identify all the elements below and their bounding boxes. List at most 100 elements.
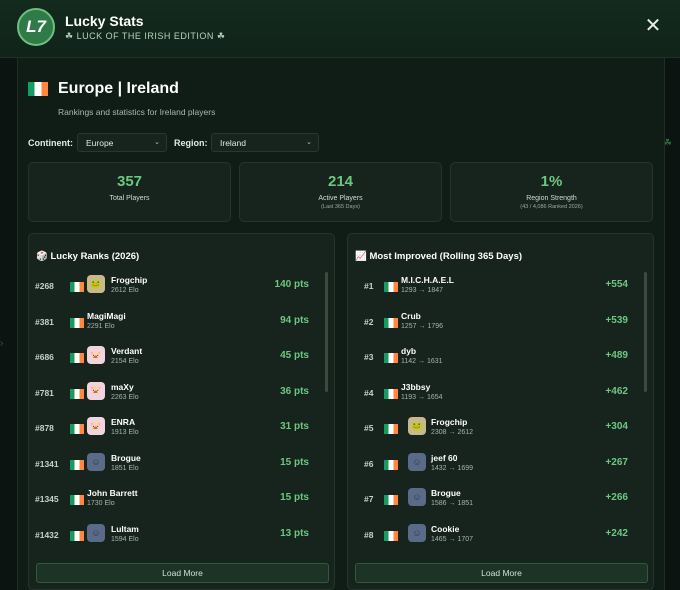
row-gain: +242 bbox=[605, 527, 628, 539]
player-name[interactable]: Brogue bbox=[431, 488, 461, 498]
row-points: 13 pts bbox=[280, 527, 309, 539]
player-elo: 2612 Elo bbox=[111, 287, 139, 294]
row-rank: #6 bbox=[364, 458, 374, 469]
player-name[interactable]: MagiMagi bbox=[87, 311, 126, 321]
ireland-flag-icon bbox=[384, 530, 398, 541]
player-name[interactable]: Cookie bbox=[431, 524, 459, 534]
ireland-flag-icon bbox=[384, 317, 398, 328]
lucky-ranks-title: 🎲 Lucky Ranks (2026) bbox=[36, 251, 140, 262]
most-improved-row[interactable]: #4 J3bbsy 1193 → 1654 +462 bbox=[348, 378, 648, 406]
frog-avatar-icon: 🐸 bbox=[87, 275, 105, 293]
player-name[interactable]: Frogchip bbox=[111, 275, 147, 285]
player-elo: 1293 → 1847 bbox=[401, 287, 444, 294]
stat-value: 1% bbox=[540, 173, 563, 190]
row-gain: +304 bbox=[605, 421, 628, 432]
most-improved-row[interactable]: #7 ☺ Brogue 1586 → 1851 +266 bbox=[348, 484, 648, 512]
row-rank: #8 bbox=[364, 529, 374, 540]
lucky-rank-row[interactable]: #1341 ☺ Brogue 1851 Elo 15 pts bbox=[29, 449, 329, 477]
continent-select[interactable]: Europe ⌄ bbox=[77, 133, 167, 152]
player-elo: 2291 Elo bbox=[87, 322, 115, 330]
ireland-flag-icon bbox=[384, 424, 398, 434]
row-gain: +266 bbox=[605, 492, 628, 503]
most-improved-card: 📈 Most Improved (Rolling 365 Days) Load … bbox=[347, 233, 654, 590]
ireland-flag-icon bbox=[70, 495, 84, 505]
pig-avatar-icon: 🐷 bbox=[87, 346, 105, 364]
lucky-rank-row[interactable]: #878 🐷 ENRA 1913 Elo 31 pts bbox=[29, 413, 329, 441]
row-gain: +462 bbox=[605, 385, 628, 397]
continent-select-value: Europe bbox=[86, 138, 114, 148]
most-improved-row[interactable]: #2 Crub 1257 → 1796 +539 bbox=[348, 307, 648, 335]
pig-avatar-icon: 🐷 bbox=[87, 417, 105, 435]
ireland-flag-icon bbox=[70, 317, 84, 328]
app-header: L7 Lucky Stats ☘ LUCK OF THE IRISH EDITI… bbox=[0, 0, 680, 58]
most-improved-row[interactable]: #3 dyb 1142 → 1631 +489 bbox=[348, 342, 648, 370]
row-points: 140 pts bbox=[274, 279, 309, 290]
stat-card-region-strength: 1% Region Strength (43 / 4,086 Ranked 20… bbox=[450, 162, 653, 222]
skin-avatar-icon: ☺ bbox=[408, 488, 426, 506]
lucky-rank-row[interactable]: #686 🐷 Verdant 2154 Elo 45 pts bbox=[29, 342, 329, 370]
pig-avatar-icon: 🐷 bbox=[87, 381, 105, 400]
page-title: Europe | Ireland bbox=[58, 80, 179, 97]
row-rank: #1 bbox=[364, 281, 374, 291]
row-gain: +539 bbox=[605, 314, 628, 326]
region-label: Region: bbox=[174, 138, 208, 148]
ireland-flag-icon bbox=[70, 459, 84, 470]
player-name[interactable]: ENRA bbox=[111, 417, 135, 427]
row-rank: #2 bbox=[364, 316, 374, 327]
chevron-down-icon: ⌄ bbox=[154, 139, 160, 146]
player-name[interactable]: J3bbsy bbox=[401, 382, 430, 392]
lucky-rank-row[interactable]: #381 MagiMagi 2291 Elo 94 pts bbox=[29, 307, 329, 335]
row-rank: #1345 bbox=[35, 494, 59, 504]
ireland-flag-icon bbox=[384, 388, 398, 399]
ireland-flag-icon bbox=[70, 282, 84, 292]
most-improved-row[interactable]: #6 ☺ jeef 60 1432 → 1699 +267 bbox=[348, 449, 648, 477]
lucky-rank-row[interactable]: #1345 John Barrett 1730 Elo 15 pts bbox=[29, 484, 329, 512]
player-name[interactable]: M.I.C.H.A.E.L bbox=[401, 275, 454, 285]
row-rank: #4 bbox=[364, 387, 374, 398]
region-select-value: Ireland bbox=[220, 138, 246, 148]
stat-label: Region Strength bbox=[526, 195, 577, 202]
player-name[interactable]: Lultam bbox=[111, 524, 139, 534]
skin-avatar-icon: ☺ bbox=[87, 523, 105, 542]
stat-sub: (Last 365 Days) bbox=[321, 204, 360, 210]
stat-label: Active Players bbox=[318, 195, 363, 202]
row-gain: +554 bbox=[605, 279, 628, 290]
player-name[interactable]: maXy bbox=[111, 382, 134, 392]
lucky-rank-row[interactable]: #1432 ☺ Lultam 1594 Elo 13 pts bbox=[29, 520, 329, 548]
lucky-ranks-load-more-button[interactable]: Load More bbox=[36, 563, 329, 583]
stat-label: Total Players bbox=[109, 195, 150, 202]
player-name[interactable]: Crub bbox=[401, 311, 421, 321]
lucky-ranks-card: 🎲 Lucky Ranks (2026) Load More #268 🐸 Frog… bbox=[28, 233, 335, 590]
row-rank: #1432 bbox=[35, 529, 59, 540]
player-elo: 1465 → 1707 bbox=[431, 535, 474, 543]
player-elo: 1730 Elo bbox=[87, 500, 115, 507]
row-rank: #1341 bbox=[35, 458, 59, 469]
player-elo: 2263 Elo bbox=[111, 393, 139, 401]
player-name[interactable]: John Barrett bbox=[87, 488, 138, 498]
most-improved-row[interactable]: #1 M.I.C.H.A.E.L 1293 → 1847 +554 bbox=[348, 271, 648, 299]
player-name[interactable]: dyb bbox=[401, 346, 416, 356]
lucky-rank-row[interactable]: #781 🐷 maXy 2263 Elo 36 pts bbox=[29, 378, 329, 406]
most-improved-title: 📈 Most Improved (Rolling 365 Days) bbox=[355, 251, 523, 262]
ireland-flag-icon bbox=[384, 353, 398, 363]
player-elo: 1913 Elo bbox=[111, 429, 139, 436]
player-elo: 1142 → 1631 bbox=[401, 358, 443, 365]
most-improved-load-more-button[interactable]: Load More bbox=[355, 563, 648, 583]
region-select[interactable]: Ireland ⌄ bbox=[211, 133, 319, 152]
region-heading: Europe | Ireland bbox=[28, 80, 179, 98]
close-icon[interactable]: ✕ bbox=[642, 15, 664, 37]
ireland-flag-icon bbox=[70, 424, 84, 434]
row-rank: #381 bbox=[35, 316, 54, 327]
player-name[interactable]: Brogue bbox=[111, 453, 141, 463]
ireland-flag-icon bbox=[384, 282, 398, 292]
player-elo: 1594 Elo bbox=[111, 535, 139, 543]
app-logo: L7 bbox=[17, 8, 55, 46]
player-name[interactable]: Verdant bbox=[111, 346, 142, 356]
lucky-rank-row[interactable]: #268 🐸 Frogchip 2612 Elo 140 pts bbox=[29, 271, 329, 299]
row-points: 45 pts bbox=[280, 350, 309, 361]
most-improved-row[interactable]: #8 ☺ Cookie 1465 → 1707 +242 bbox=[348, 520, 648, 548]
most-improved-row[interactable]: #5 🐸 Frogchip 2308 → 2612 +304 bbox=[348, 413, 648, 441]
skin-avatar-icon: ☺ bbox=[408, 452, 426, 471]
player-name[interactable]: jeef 60 bbox=[431, 453, 457, 463]
player-name[interactable]: Frogchip bbox=[431, 417, 467, 427]
